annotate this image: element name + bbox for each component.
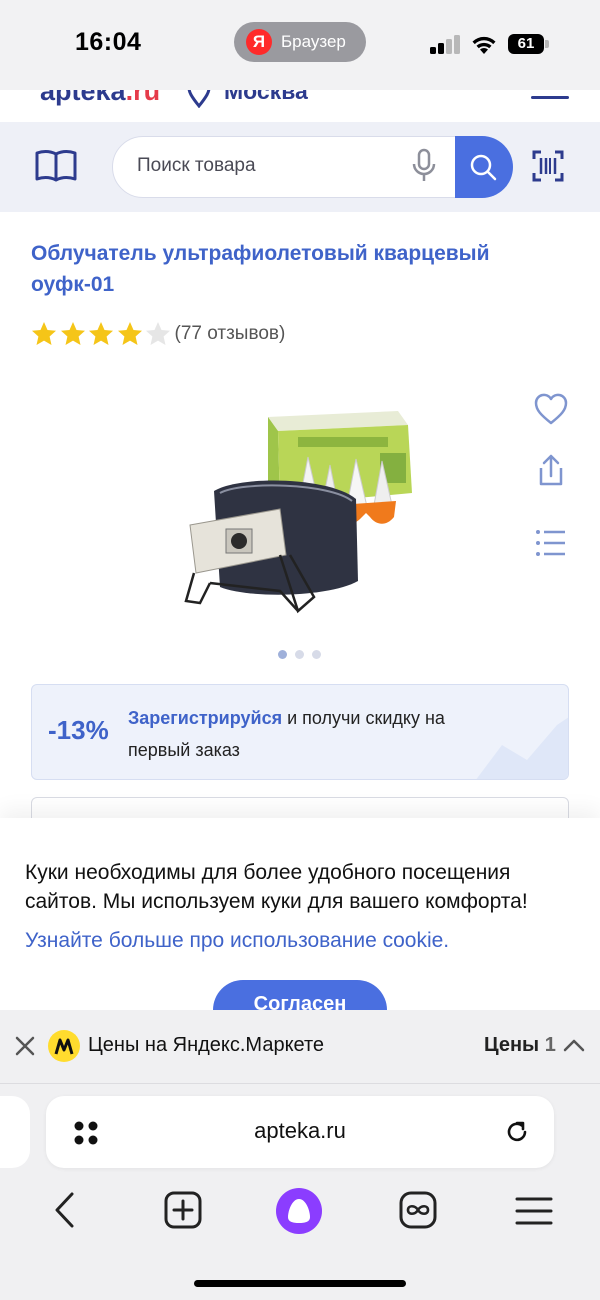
- rating[interactable]: (77 отзывов): [30, 320, 285, 348]
- city-selector[interactable]: Москва: [224, 90, 308, 105]
- wifi-icon: [472, 36, 496, 54]
- reviews-link[interactable]: (77 отзывов): [175, 323, 286, 345]
- product-title: Облучатель ультрафиолетовый кварцевый оу…: [31, 242, 490, 296]
- rating-stars: [30, 320, 173, 348]
- star-filled-icon: [117, 322, 142, 345]
- url-text[interactable]: apteka.ru: [46, 1118, 554, 1144]
- star-filled-icon: [60, 322, 85, 345]
- previous-tab-card[interactable]: [0, 1096, 30, 1168]
- back-to-browser-pill[interactable]: Я Браузер: [234, 22, 366, 62]
- status-time: 16:04: [75, 28, 142, 56]
- close-icon[interactable]: [14, 1035, 36, 1057]
- site-header: apteka.ru Москва: [0, 90, 600, 122]
- location-pin-icon[interactable]: [186, 90, 212, 108]
- reload-icon[interactable]: [504, 1119, 530, 1145]
- cookie-info-link[interactable]: Узнайте больше про использование cookie.: [25, 929, 449, 953]
- home-indicator[interactable]: [194, 1280, 406, 1287]
- register-link[interactable]: Зарегистрируйся: [128, 708, 282, 728]
- browser-app-label: Браузер: [281, 32, 346, 51]
- back-arrow-icon[interactable]: [52, 1190, 78, 1230]
- cookie-banner: Куки необходимы для более удобного посещ…: [0, 818, 600, 1018]
- battery-level: 61: [508, 34, 544, 54]
- gallery-dot[interactable]: [278, 650, 287, 659]
- yandex-logo-icon: Я: [246, 29, 272, 55]
- cookie-text: Куки необходимы для более удобного посещ…: [25, 861, 528, 913]
- star-filled-icon: [32, 322, 56, 345]
- gallery-dot[interactable]: [312, 650, 321, 659]
- promo-discount: -13%: [48, 715, 109, 745]
- prices-counter[interactable]: Цены 1: [484, 1034, 556, 1057]
- registration-promo[interactable]: -13% Зарегистрируйся и получи скидку на …: [31, 684, 569, 780]
- gallery-dot[interactable]: [295, 650, 304, 659]
- share-icon[interactable]: [533, 452, 569, 488]
- star-empty-icon: [146, 322, 170, 345]
- address-bar[interactable]: apteka.ru: [46, 1096, 554, 1168]
- site-menu-icon[interactable]: [531, 90, 569, 106]
- product-image[interactable]: [180, 405, 420, 625]
- status-bar: 16:04 Я Браузер 61: [0, 0, 600, 90]
- microphone-icon[interactable]: [410, 148, 438, 184]
- yandex-market-logo-icon: [48, 1030, 80, 1062]
- search-input[interactable]: Поиск товара: [137, 155, 256, 177]
- favorite-heart-icon[interactable]: [533, 392, 569, 426]
- battery-icon: 61: [508, 34, 550, 54]
- cellular-signal-icon: [430, 34, 462, 54]
- promo-text: Зарегистрируйся и получи скидку на первы…: [128, 708, 445, 760]
- alice-assistant-icon[interactable]: [275, 1187, 323, 1235]
- menu-hamburger-icon[interactable]: [515, 1196, 553, 1226]
- search-icon: [470, 154, 497, 181]
- chevron-up-icon[interactable]: [563, 1038, 585, 1052]
- new-tab-plus-icon[interactable]: [163, 1190, 203, 1230]
- market-prices-bar[interactable]: Цены на Яндекс.Маркете Цены 1: [0, 1010, 600, 1084]
- site-logo[interactable]: apteka.ru: [40, 90, 160, 107]
- star-filled-icon: [89, 322, 113, 345]
- catalog-book-icon[interactable]: [34, 148, 78, 184]
- market-label: Цены на Яндекс.Маркете: [88, 1034, 325, 1056]
- gallery-pagination[interactable]: [278, 650, 321, 659]
- barcode-scanner-icon[interactable]: [532, 150, 564, 182]
- services-infinity-icon[interactable]: [398, 1190, 438, 1230]
- compare-list-icon[interactable]: [533, 528, 569, 558]
